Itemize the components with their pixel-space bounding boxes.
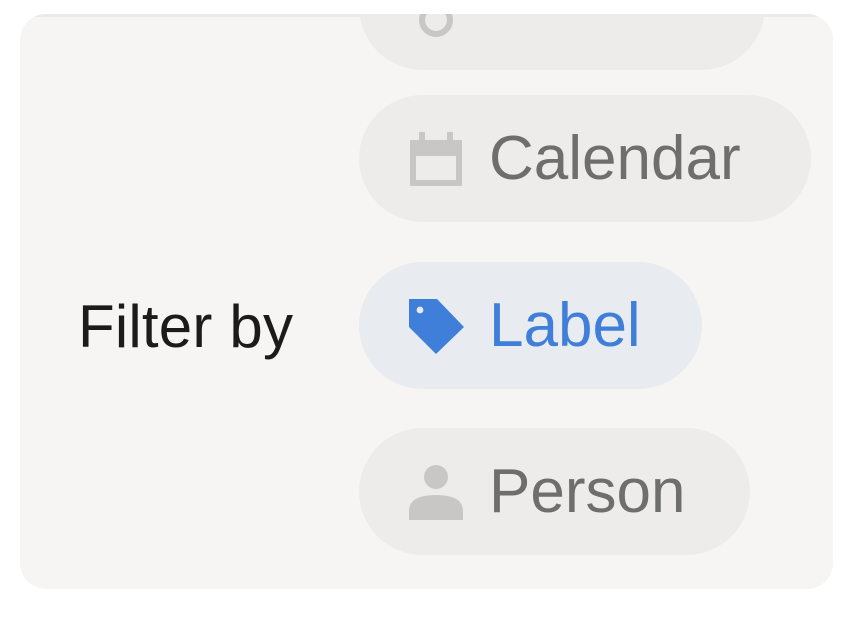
tag-icon	[407, 297, 465, 355]
filter-chip-label: Calendar	[489, 123, 741, 193]
filter-chip-partial[interactable]	[359, 14, 765, 70]
filter-chip-label-option[interactable]: Label	[359, 262, 702, 389]
filter-chip-label: Person	[489, 456, 686, 526]
person-icon	[407, 463, 465, 521]
partial-chip-icon	[419, 14, 453, 37]
filter-panel: Filter by Calendar Label Person	[20, 14, 833, 589]
filter-chip-label: Label	[489, 290, 641, 360]
filter-chip-person[interactable]: Person	[359, 428, 750, 555]
filter-by-label: Filter by	[78, 293, 294, 360]
filter-chip-calendar[interactable]: Calendar	[359, 95, 811, 222]
calendar-icon	[407, 130, 465, 188]
